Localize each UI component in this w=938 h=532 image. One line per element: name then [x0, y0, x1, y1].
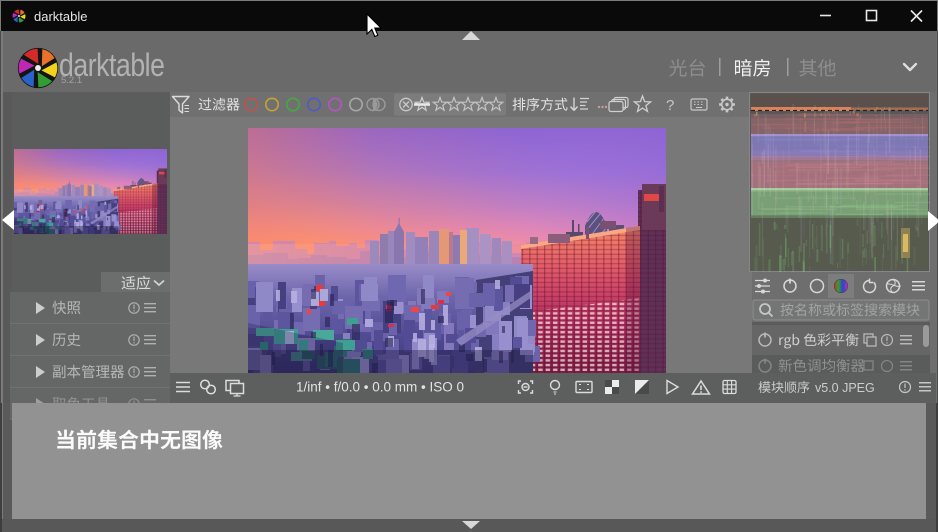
svg-text:1/inf • f/0.0 • 0.0 mm • ISO 0: 1/inf • f/0.0 • 0.0 mm • ISO 0: [296, 380, 464, 395]
svg-text:v5.0 JPEG: v5.0 JPEG: [815, 381, 875, 395]
svg-text:?: ?: [666, 97, 674, 114]
